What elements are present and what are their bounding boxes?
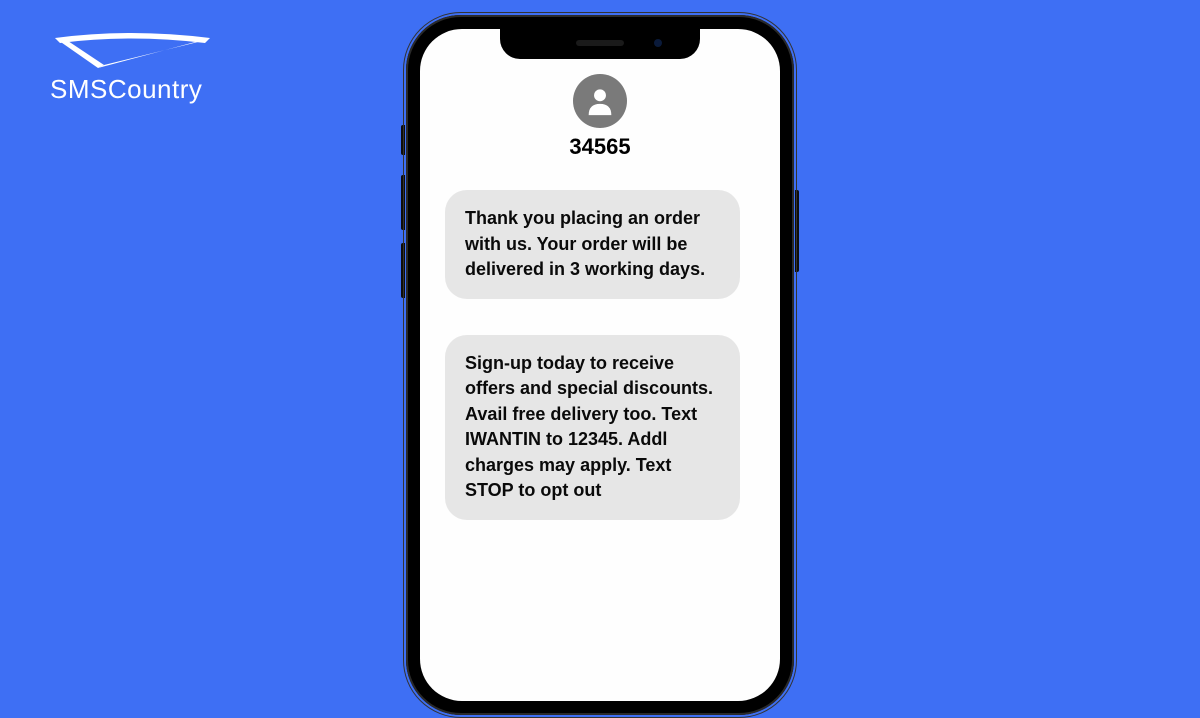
- phone-volume-up: [401, 175, 405, 230]
- message-bubble: Sign-up today to receive offers and spec…: [445, 335, 740, 520]
- phone-volume-down: [401, 243, 405, 298]
- phone-speaker: [576, 40, 624, 46]
- message-list: Thank you placing an order with us. Your…: [420, 190, 780, 520]
- phone-camera: [654, 39, 662, 47]
- logo-swoosh-icon: [50, 30, 215, 75]
- brand-logo: SMSCountry: [50, 30, 215, 105]
- phone-mockup: 34565 Thank you placing an order with us…: [406, 15, 794, 715]
- contact-avatar: [573, 74, 627, 128]
- person-icon: [583, 84, 617, 118]
- phone-notch: [500, 29, 700, 59]
- sender-number: 34565: [569, 134, 630, 160]
- logo-text: SMSCountry: [50, 74, 215, 105]
- phone-screen: 34565 Thank you placing an order with us…: [420, 29, 780, 701]
- message-bubble: Thank you placing an order with us. Your…: [445, 190, 740, 299]
- phone-mute-switch: [401, 125, 405, 155]
- phone-frame: 34565 Thank you placing an order with us…: [406, 15, 794, 715]
- phone-power-button: [795, 190, 799, 272]
